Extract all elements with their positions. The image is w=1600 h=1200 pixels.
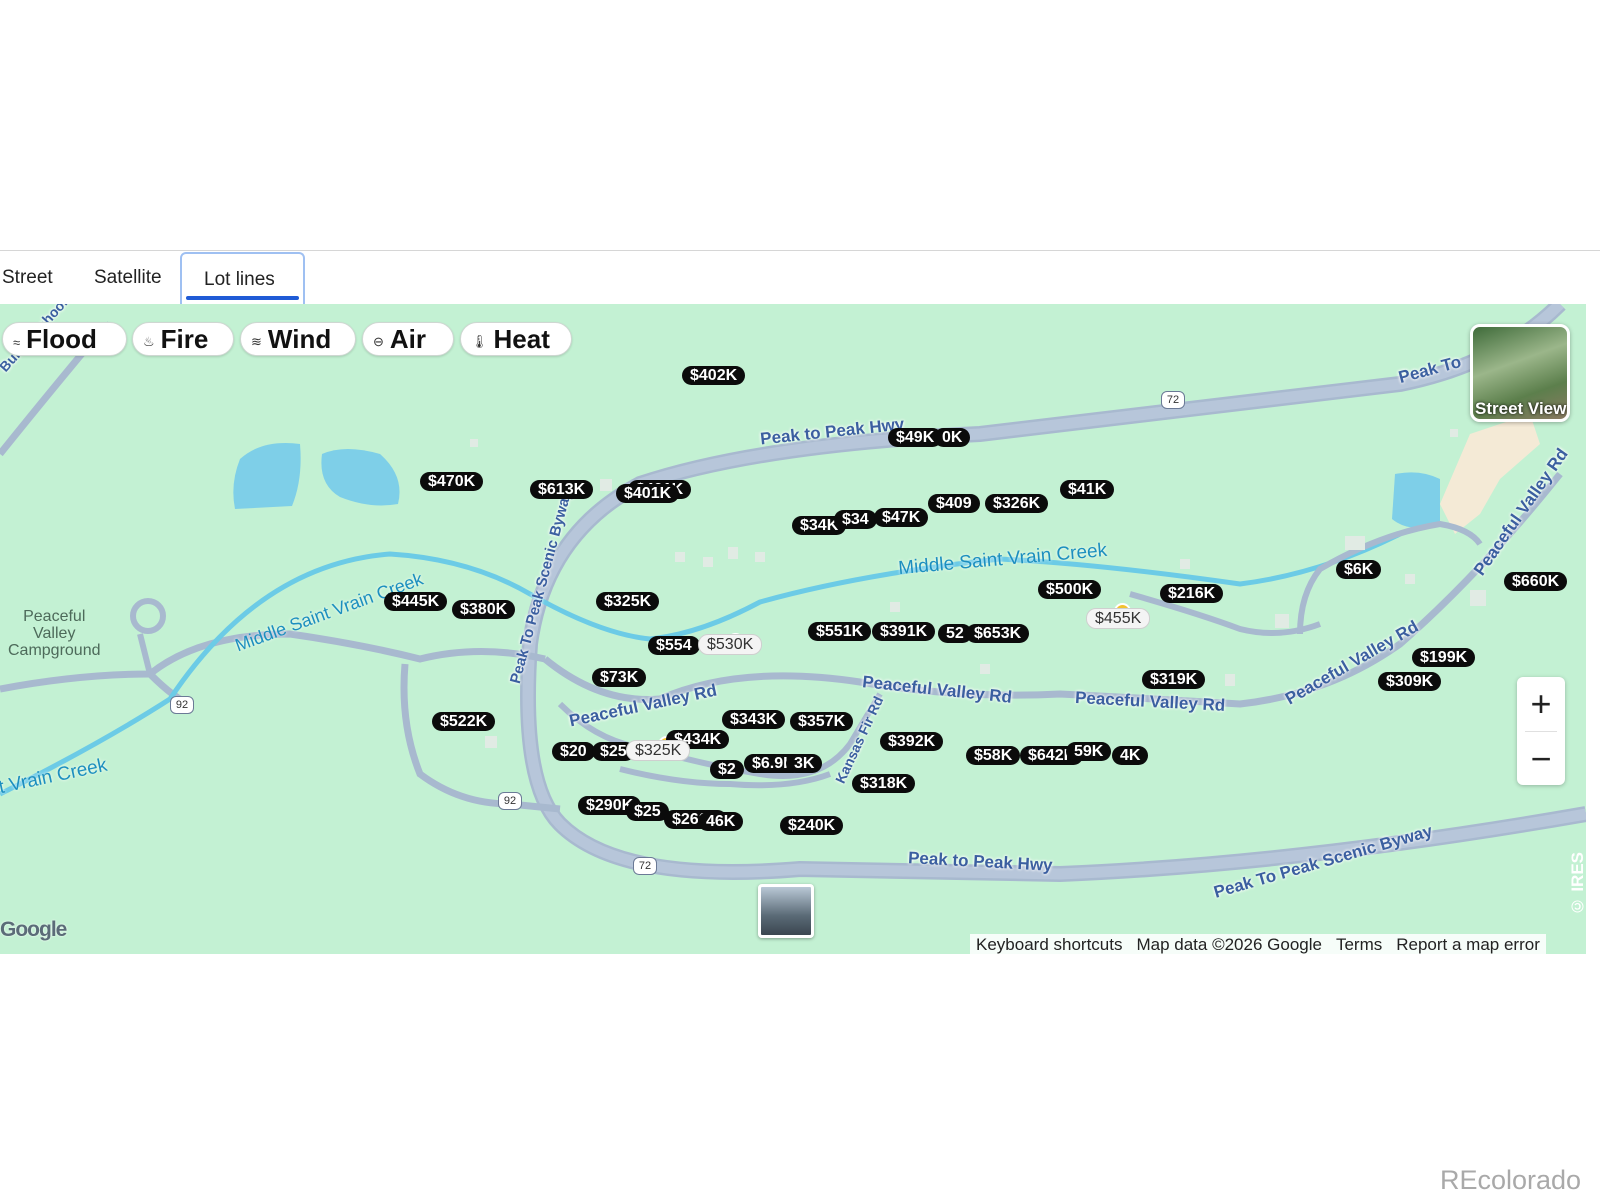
map[interactable]: Bunce School Rd Peak to Peak Hwy Peak To… — [0, 304, 1586, 954]
zoom-out-button[interactable]: − — [1517, 732, 1565, 786]
wind-icon: ≋ — [251, 334, 262, 349]
price-pin[interactable]: $455K — [1086, 608, 1151, 629]
price-pin[interactable]: 4K — [1112, 746, 1149, 765]
price-pin[interactable]: 46K — [698, 812, 744, 831]
price-pin[interactable]: $380K — [452, 600, 516, 619]
price-pin[interactable]: $522K — [432, 712, 496, 731]
price-pin[interactable]: $326K — [985, 494, 1049, 513]
price-pin[interactable]: $199K — [1412, 648, 1476, 667]
route-shield: 72 — [633, 857, 657, 875]
price-pin[interactable]: $530K — [698, 634, 763, 655]
price-pin[interactable]: $392K — [880, 732, 944, 751]
price-pin[interactable]: $653K — [966, 624, 1030, 643]
wind-hazard-button[interactable]: ≋ Wind — [240, 322, 356, 356]
street-view-button[interactable]: Street View — [1470, 324, 1570, 422]
price-pin[interactable]: $47K — [874, 508, 929, 527]
zoom-control: + − — [1517, 677, 1565, 785]
flood-hazard-button[interactable]: ≈ Flood — [2, 322, 127, 356]
tab-street[interactable]: Street — [2, 252, 53, 304]
tab-lot-lines[interactable]: Lot lines — [180, 252, 305, 304]
price-pin[interactable]: $613K — [530, 480, 594, 499]
price-pin[interactable]: $445K — [384, 592, 448, 611]
price-pin[interactable]: $357K — [790, 712, 854, 731]
heat-hazard-button[interactable]: 🌡 Heat — [460, 322, 572, 356]
price-pin[interactable]: $34 — [834, 510, 877, 529]
place-label-campground: Peaceful Valley Campground — [8, 608, 101, 659]
price-pin[interactable]: $216K — [1160, 584, 1224, 603]
divider — [0, 250, 1600, 251]
price-pin[interactable]: $401K — [616, 484, 680, 503]
price-pin[interactable]: $409 — [928, 494, 980, 513]
price-pin[interactable]: $6K — [1336, 560, 1382, 579]
price-pin[interactable]: 3K — [786, 754, 823, 773]
map-data-text: Map data ©2026 Google — [1136, 935, 1322, 954]
route-shield: 92 — [498, 792, 522, 810]
thermometer-icon: 🌡 — [471, 334, 488, 349]
price-pin[interactable]: $554 — [648, 636, 700, 655]
tab-satellite[interactable]: Satellite — [94, 252, 162, 304]
price-pin[interactable]: $551K — [808, 622, 872, 641]
map-view-tabs: Street Satellite Lot lines — [0, 252, 1600, 304]
price-pin[interactable]: 0K — [934, 428, 971, 447]
fire-hazard-button[interactable]: ♨ Fire — [132, 322, 234, 356]
price-pin[interactable]: $41K — [1060, 480, 1115, 499]
report-map-error-link[interactable]: Report a map error — [1396, 934, 1540, 956]
price-pin[interactable]: $500K — [1038, 580, 1102, 599]
price-pin[interactable]: $58K — [966, 746, 1021, 765]
price-pin[interactable]: $319K — [1142, 670, 1206, 689]
price-pin[interactable]: $240K — [780, 816, 844, 835]
listing-photo-marker[interactable] — [758, 884, 814, 938]
zoom-in-button[interactable]: + — [1517, 677, 1565, 731]
price-pin[interactable]: $470K — [420, 472, 484, 491]
price-pin[interactable]: $309K — [1378, 672, 1442, 691]
route-shield: 72 — [1161, 391, 1185, 409]
route-shield: 92 — [170, 696, 194, 714]
price-pin[interactable]: $343K — [722, 710, 786, 729]
flame-icon: ♨ — [143, 334, 155, 349]
air-hazard-button[interactable]: ⊖ Air — [362, 322, 454, 356]
price-pin[interactable]: 59K — [1066, 742, 1112, 761]
price-pin[interactable]: $660K — [1504, 572, 1568, 591]
active-tab-indicator — [186, 296, 299, 300]
price-pin[interactable]: $318K — [852, 774, 916, 793]
google-logo: Google — [0, 918, 67, 941]
keyboard-shortcuts-link[interactable]: Keyboard shortcuts — [976, 934, 1122, 956]
price-pin[interactable]: $73K — [592, 668, 647, 687]
waves-icon: ≈ — [13, 334, 21, 350]
price-pin[interactable]: $20 — [552, 742, 595, 761]
price-pin[interactable]: $402K — [682, 366, 746, 385]
price-pin[interactable]: $2 — [710, 760, 744, 779]
air-icon: ⊖ — [373, 334, 384, 349]
ires-watermark: © IRES — [1568, 852, 1586, 916]
brand-logo: REcolorado — [1440, 1165, 1582, 1195]
terms-link[interactable]: Terms — [1336, 934, 1382, 956]
price-pin[interactable]: $391K — [872, 622, 936, 641]
price-pin[interactable]: $325K — [596, 592, 660, 611]
price-pin[interactable]: $25 — [626, 802, 669, 821]
price-pin[interactable]: $325K — [626, 740, 691, 761]
map-attribution: Keyboard shortcuts Map data ©2026 Google… — [970, 934, 1546, 956]
